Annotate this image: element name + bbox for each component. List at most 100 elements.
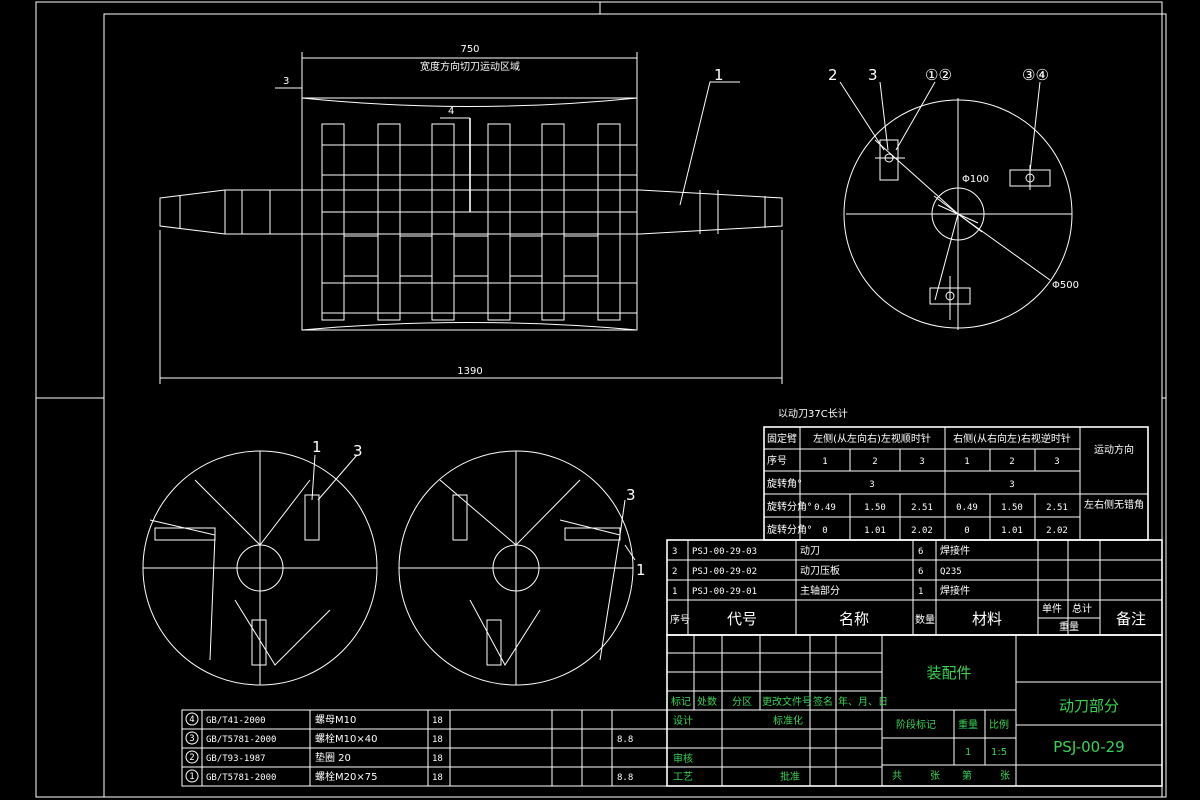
bom-qty: 6 [918,547,923,557]
bom-material: Q235 [940,567,962,577]
sp-qty: 18 [432,716,443,726]
bom-code: PSJ-00-29-01 [692,587,757,597]
bt-cell: 3 [869,480,874,490]
bt-cell: 2.51 [911,503,933,513]
bom-no: 2 [672,567,677,577]
side-blade-1 [875,139,905,181]
dim-total-bottom: 1390 [457,366,482,377]
title-approve: 批准 [780,770,800,783]
title-sheet: 第 [962,769,972,782]
sp-qty: 18 [432,735,443,745]
side-view: 2 3 ①② ③④ Φ100 Φ500 [828,66,1079,330]
bt-cell: 2.02 [911,526,933,536]
sp-qty: 18 [432,754,443,764]
bom-header-qty: 数量 [915,613,935,626]
bt-cell: 1.50 [864,503,886,513]
bom-header-single: 单件 [1042,603,1062,615]
bt-cell: 0.49 [814,503,836,513]
sp-material: 8.8 [617,735,633,745]
bt-cell: 1 [822,457,827,467]
bt-row-label: 旋转分角° [767,500,812,513]
dim-total-top: 750 [460,44,479,55]
side-callout-12: ①② [925,66,952,84]
dim-gap: 3 [283,76,289,87]
bom-header-total: 总计 [1072,602,1092,615]
sp-name: 螺栓M10×40 [315,732,377,745]
bt-row-label: 旋转角° [767,477,802,490]
bom-qty: 1 [918,587,923,597]
bt-cell: 0.49 [956,503,978,513]
bom-name: 动刀 [800,545,820,557]
rev-mark: 标记 [671,696,691,708]
sp-code: GB/T41-2000 [206,716,266,726]
sheet-frame [35,1,1167,798]
bt-row-label: 旋转分角° [767,523,812,536]
title-stage-mark: 阶段标记 [896,718,936,731]
disc-left-callout-1: 1 [312,438,322,456]
sp-code: GB/T5781-2000 [206,773,276,783]
cad-drawing-sheet: 750 宽度方向切刀运动区域 3 4 1390 1 2 3 ①② ③④ Φ100… [0,0,1200,800]
rev-sign: 签名 [813,695,833,708]
bt-cell: 0 [964,526,969,536]
sp-no: 1 [189,772,194,782]
bt-cell: 1.01 [864,526,886,536]
title-drawing-no: PSJ-00-29 [1053,738,1124,756]
sp-code: GB/T93-1987 [206,754,266,764]
title-scale: 比例 [989,718,1009,731]
rev-zone: 分区 [732,696,752,708]
title-sheets: 张 [930,770,940,782]
side-callout-3: 3 [868,66,878,84]
drawing-canvas: 750 宽度方向切刀运动区域 3 4 1390 1 2 3 ①② ③④ Φ100… [35,1,1167,798]
bom-table: 3 PSJ-00-29-03 动刀 6 焊接件 2 PSJ-00-29-02 动… [666,539,1163,636]
blade-angle-table: 以动刀37C长计 固定臂 左侧(从左向右)左视顺时针 右侧(从右向左)右视逆时针… [763,407,1149,541]
title-design: 设计 [673,714,693,727]
side-callout-2: 2 [828,66,838,84]
title-weight: 重量 [958,718,978,731]
bt-header-left: 左侧(从左向右)左视顺时针 [813,432,931,445]
bom-qty: 6 [918,567,923,577]
bt-cell: 3 [1009,480,1014,490]
bom-no: 1 [672,587,677,597]
dim-slot: 4 [448,106,454,117]
rev-count: 处数 [697,695,717,708]
bom-header-weight: 重量 [1059,620,1079,633]
title-review: 审核 [673,752,693,765]
bt-row-label: 序号 [767,454,787,467]
sp-code: GB/T5781-2000 [206,735,276,745]
disc-view-right: 3 1 [398,450,646,686]
bt-cell: 1.50 [1001,503,1023,513]
rev-date: 年、月、日 [838,695,888,708]
bom-name: 主轴部分 [800,584,840,597]
bt-cell: 3 [1054,457,1059,467]
bt-cell: 3 [919,457,924,467]
bt-cell: 1 [964,457,969,467]
bt-cell: 2 [1009,457,1014,467]
sp-name: 垫圈 20 [315,751,351,764]
bom-name: 动刀压板 [800,564,840,577]
region-label: 宽度方向切刀运动区域 [420,60,520,73]
disc-right-callout-1: 1 [636,561,646,579]
bom-material: 焊接件 [940,544,970,557]
dim-shaft: Φ100 [962,174,989,185]
title-sheet-end: 张 [1000,770,1010,782]
title-standardize: 标准化 [773,714,803,727]
title-process: 工艺 [673,771,693,783]
bom-header-code: 代号 [727,610,757,628]
sp-no: 4 [189,715,194,725]
callout-part-1: 1 [714,66,724,84]
title-block: 装配件 动刀部分 PSJ-00-29 标记 处数 分区 更改文件号 签名 年、月… [666,634,1163,787]
bom-header-no: 序号 [670,613,690,626]
blade-row [321,118,621,321]
title-drawing-name: 动刀部分 [1059,697,1119,715]
bt-cell: 0 [822,526,827,536]
blade-table-caption: 以动刀37C长计 [778,407,848,420]
bt-cell: 2.02 [1046,526,1068,536]
bt-side-note: 左右侧无错角 [1084,498,1144,511]
bom-material: 焊接件 [940,584,970,597]
bom-code: PSJ-00-29-03 [692,547,757,557]
side-callout-34: ③④ [1022,66,1049,84]
sp-no: 3 [189,734,194,744]
rev-doc: 更改文件号 [762,695,812,708]
sp-name: 螺栓M20×75 [315,770,377,783]
title-total: 共 [892,770,902,782]
